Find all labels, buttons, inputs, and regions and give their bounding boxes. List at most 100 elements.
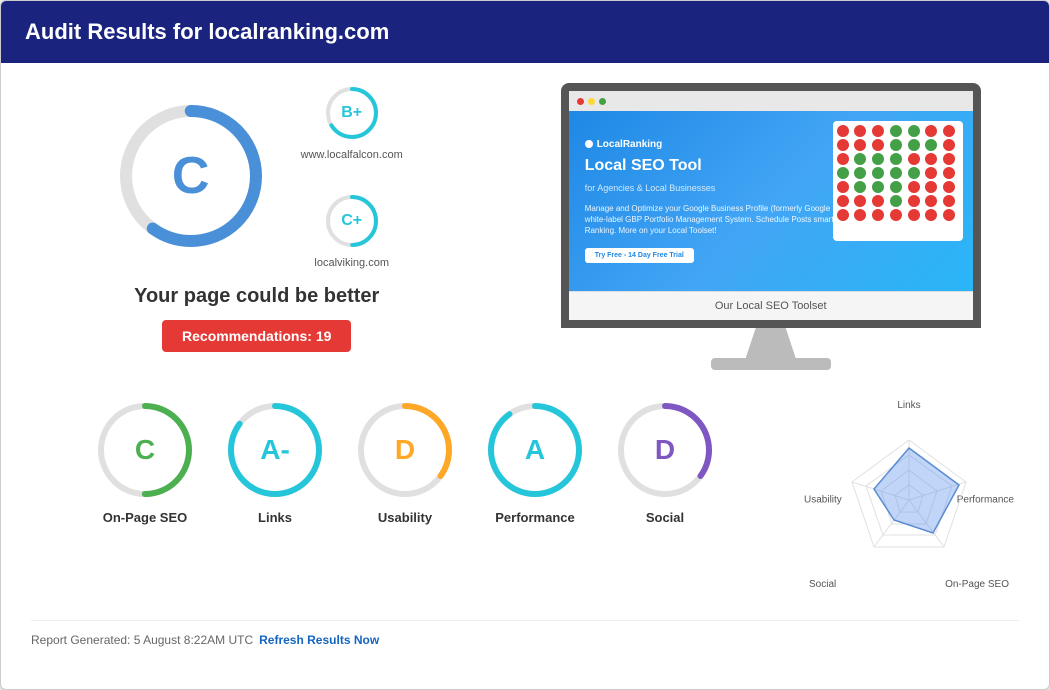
map-dot: [943, 153, 955, 165]
map-dot: [890, 195, 902, 207]
score-label-usability: Usability: [378, 510, 432, 525]
map-dot: [837, 139, 849, 151]
map-dot: [837, 209, 849, 221]
report-generated-text: Report Generated: 5 August 8:22AM UTC: [31, 633, 253, 647]
top-section: C B+ www.localfalcon.: [31, 83, 1019, 370]
map-dot: [890, 209, 902, 221]
score-circle-usability: D: [355, 400, 455, 500]
browser-dot-green: [599, 98, 606, 105]
monitor-mockup: LocalRanking Local SEO Tool for Agencies…: [561, 83, 981, 370]
monitor-neck: [746, 328, 796, 358]
score-item-social: D Social: [615, 400, 715, 525]
badge-localviking: C+ localviking.com: [301, 191, 403, 269]
map-dot: [854, 153, 866, 165]
score-item-performance: A Performance: [485, 400, 585, 525]
app-window: Audit Results for localranking.com C: [0, 0, 1050, 690]
footer: Report Generated: 5 August 8:22AM UTC Re…: [31, 620, 1019, 647]
badge-circle-localviking: C+: [322, 191, 382, 251]
map-dot: [925, 209, 937, 221]
monitor-footer: Our Local SEO Toolset: [569, 291, 973, 320]
score-item-on-page-seo: C On-Page SEO: [95, 400, 195, 525]
monitor-screen: LocalRanking Local SEO Tool for Agencies…: [561, 83, 981, 328]
map-dot: [872, 181, 884, 193]
score-grade-links: A-: [260, 434, 290, 466]
map-dot: [908, 167, 920, 179]
page-header: Audit Results for localranking.com: [1, 1, 1049, 63]
main-content: C B+ www.localfalcon.: [1, 63, 1049, 667]
map-dot: [925, 125, 937, 137]
map-dot: [837, 181, 849, 193]
score-circle-links: A-: [225, 400, 325, 500]
map-dot: [854, 181, 866, 193]
score-item-usability: D Usability: [355, 400, 455, 525]
score-circle-social: D: [615, 400, 715, 500]
map-dot: [908, 153, 920, 165]
map-dot: [872, 153, 884, 165]
score-grade-performance: A: [525, 434, 545, 466]
badge-circle-localfalcon: B+: [322, 83, 382, 143]
monitor-footer-text: Our Local SEO Toolset: [715, 300, 827, 312]
map-dot: [872, 167, 884, 179]
score-circle-on-page-seo: C: [95, 400, 195, 500]
monitor-screenshot: LocalRanking Local SEO Tool for Agencies…: [569, 111, 973, 291]
main-score-area: C B+ www.localfalcon.: [111, 83, 403, 269]
map-dot: [925, 153, 937, 165]
map-dot: [925, 195, 937, 207]
refresh-link[interactable]: Refresh Results Now: [259, 633, 379, 647]
map-dot: [890, 181, 902, 193]
score-item-links: A- Links: [225, 400, 325, 525]
browser-bar: [569, 91, 973, 111]
browser-dot-yellow: [588, 98, 595, 105]
map-dot: [872, 209, 884, 221]
map-dot: [872, 195, 884, 207]
map-dot: [943, 209, 955, 221]
map-dot: [854, 167, 866, 179]
recommendations-button[interactable]: Recommendations: 19: [162, 320, 351, 352]
map-grid: [837, 125, 959, 221]
main-grade: C: [172, 146, 210, 206]
monitor-cta-button: Try Free - 14 Day Free Trial: [585, 248, 694, 263]
map-dot: [908, 181, 920, 193]
badge-label-localfalcon: www.localfalcon.com: [301, 149, 403, 161]
monitor-stand: [561, 328, 981, 370]
right-panel: LocalRanking Local SEO Tool for Agencies…: [522, 83, 1019, 370]
map-dot: [890, 153, 902, 165]
map-dot: [925, 167, 937, 179]
map-dot: [872, 125, 884, 137]
map-dot: [837, 125, 849, 137]
map-dot: [854, 125, 866, 137]
map-dot: [854, 139, 866, 151]
radar-container: Links Performance On-Page SEO Social Usa…: [809, 400, 1009, 600]
score-label-on-page-seo: On-Page SEO: [103, 510, 188, 525]
score-label-links: Links: [258, 510, 292, 525]
radar-svg: [809, 400, 1009, 600]
map-dot: [925, 181, 937, 193]
score-grade-usability: D: [395, 434, 415, 466]
map-dot: [837, 153, 849, 165]
radar-section: Links Performance On-Page SEO Social Usa…: [799, 400, 1019, 600]
map-dot: [908, 139, 920, 151]
map-dot: [908, 195, 920, 207]
scores-row: C On-Page SEO A- Links D Usability: [31, 400, 779, 525]
monitor-base: [711, 358, 831, 370]
brand-icon: [585, 140, 593, 148]
map-dot: [943, 139, 955, 151]
badge-grade-localfalcon: B+: [341, 104, 362, 122]
map-dot: [890, 125, 902, 137]
score-grade-on-page-seo: C: [135, 434, 155, 466]
page-title: Audit Results for localranking.com: [25, 19, 389, 44]
map-dot: [854, 209, 866, 221]
badge-grade-localviking: C+: [341, 212, 362, 230]
score-label-performance: Performance: [495, 510, 574, 525]
radar-grid: [852, 440, 966, 547]
map-dot: [943, 195, 955, 207]
score-circle-performance: A: [485, 400, 585, 500]
browser-dot-red: [577, 98, 584, 105]
badge-localfalcon: B+ www.localfalcon.com: [301, 83, 403, 161]
map-dot: [854, 195, 866, 207]
map-dot: [837, 195, 849, 207]
map-dot: [908, 125, 920, 137]
side-badges: B+ www.localfalcon.com C+: [301, 83, 403, 269]
map-dot: [890, 139, 902, 151]
map-dot: [943, 181, 955, 193]
